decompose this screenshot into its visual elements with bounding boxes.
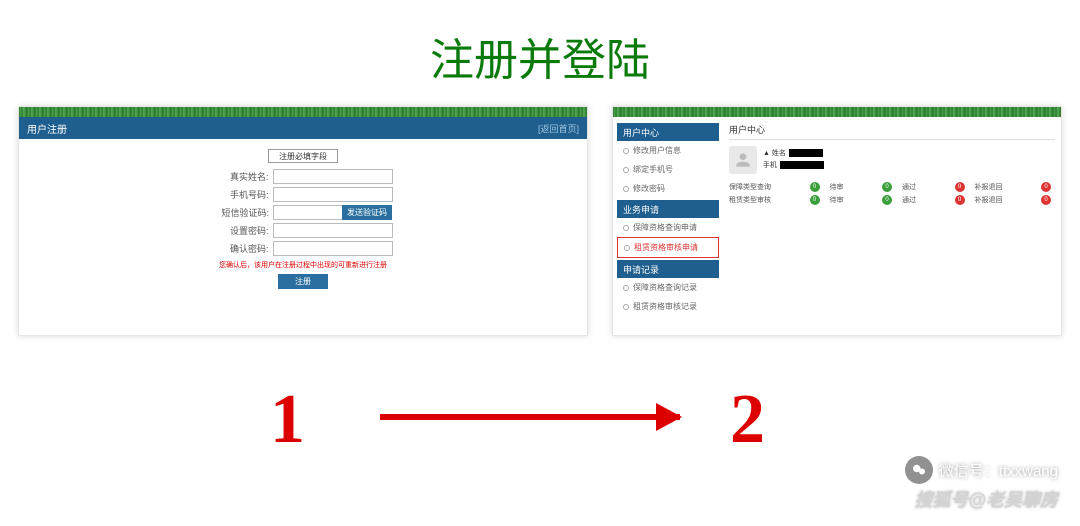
sms-input[interactable] (273, 205, 343, 220)
annotation-arrow (380, 414, 680, 420)
dashboard-panel: 用户中心 修改用户信息 绑定手机号 修改密码 业务申请 保障资格查询申请 租赁资… (612, 106, 1062, 336)
sidebar-section-apply: 业务申请 (617, 200, 719, 218)
register-header-text: 用户注册 (27, 121, 67, 136)
warning-text: 您确认后，该用户在注册过程中出现的可重新进行注册 (19, 260, 587, 270)
status-badge: 0 (1041, 195, 1051, 205)
decor-grass (613, 107, 1061, 117)
phone-label: 手机号码: (214, 188, 269, 201)
col-pass: 通过 (902, 195, 949, 205)
sidebar-section-user: 用户中心 (617, 123, 719, 141)
back-home-link[interactable]: [返回首页] (538, 122, 579, 135)
sidebar-item-bind-phone[interactable]: 绑定手机号 (617, 160, 719, 179)
name-label: 真实姓名: (214, 170, 269, 183)
col-reject: 补报退回 (975, 182, 1036, 192)
page-title: 注册并登陆 (0, 0, 1080, 106)
row2-label: 租赁类型审核 (729, 195, 804, 205)
content-title: 用户中心 (729, 123, 1055, 140)
status-badge: 0 (810, 182, 820, 192)
status-badge: 0 (955, 182, 965, 192)
required-fields-label: 注册必填字段 (268, 149, 338, 163)
status-badge: 0 (882, 195, 892, 205)
col-pass: 通过 (902, 182, 949, 192)
status-badge: 0 (1041, 182, 1051, 192)
status-badge: 0 (955, 195, 965, 205)
col-pending: 待审 (830, 195, 877, 205)
name-input[interactable] (273, 169, 393, 184)
col-reject: 补报退回 (975, 195, 1036, 205)
annotation-step-1: 1 (270, 380, 305, 460)
watermark-sohu: 搜狐号@老吴聊房 (914, 486, 1058, 512)
col-pending: 待审 (830, 182, 877, 192)
sidebar-section-records: 申请记录 (617, 260, 719, 278)
password2-input[interactable] (273, 241, 393, 256)
sidebar-item-guarantee-apply[interactable]: 保障资格查询申请 (617, 218, 719, 237)
status-grid: 保障类型查询 0 待审 0 通过 0 补报退回 0 租赁类型审核 0 待审 0 通过 0 补报… (729, 182, 1055, 205)
wechat-icon (905, 456, 933, 484)
sidebar-item-modify-info[interactable]: 修改用户信息 (617, 141, 719, 160)
password-input[interactable] (273, 223, 393, 238)
status-badge: 0 (810, 195, 820, 205)
watermark-wechat-text: 微信号：ttxxwang (939, 460, 1058, 481)
phone-input[interactable] (273, 187, 393, 202)
watermark-wechat: 微信号：ttxxwang (905, 456, 1058, 484)
info-name-label: ▲ 姓名 (763, 148, 786, 158)
register-header: 用户注册 [返回首页] (19, 117, 587, 139)
row1-label: 保障类型查询 (729, 182, 804, 192)
sidebar-item-rent-record[interactable]: 租赁资格审核记录 (617, 297, 719, 316)
password2-label: 确认密码: (214, 242, 269, 255)
decor-grass (19, 107, 587, 117)
annotation-step-2: 2 (730, 380, 765, 460)
sidebar-item-change-pwd[interactable]: 修改密码 (617, 179, 719, 198)
info-phone-label: 手机 (763, 160, 777, 170)
sidebar-item-guarantee-record[interactable]: 保障资格查询记录 (617, 278, 719, 297)
redacted-name (789, 149, 823, 157)
sms-label: 短信验证码: (214, 206, 269, 219)
register-button[interactable]: 注册 (278, 274, 328, 289)
password-label: 设置密码: (214, 224, 269, 237)
avatar (729, 146, 757, 174)
user-icon (733, 150, 753, 170)
sidebar-item-rent-apply[interactable]: 租赁资格审核申请 (617, 237, 719, 258)
content-area: 用户中心 ▲ 姓名 手机 保障类型查询 0 待审 0 通过 0 (723, 117, 1061, 335)
status-badge: 0 (882, 182, 892, 192)
send-sms-button[interactable]: 发送验证码 (342, 205, 392, 220)
sidebar: 用户中心 修改用户信息 绑定手机号 修改密码 业务申请 保障资格查询申请 租赁资… (613, 117, 723, 335)
redacted-phone (780, 161, 824, 169)
register-panel: 用户注册 [返回首页] 注册必填字段 真实姓名: 手机号码: 短信验证码: 发送… (18, 106, 588, 336)
